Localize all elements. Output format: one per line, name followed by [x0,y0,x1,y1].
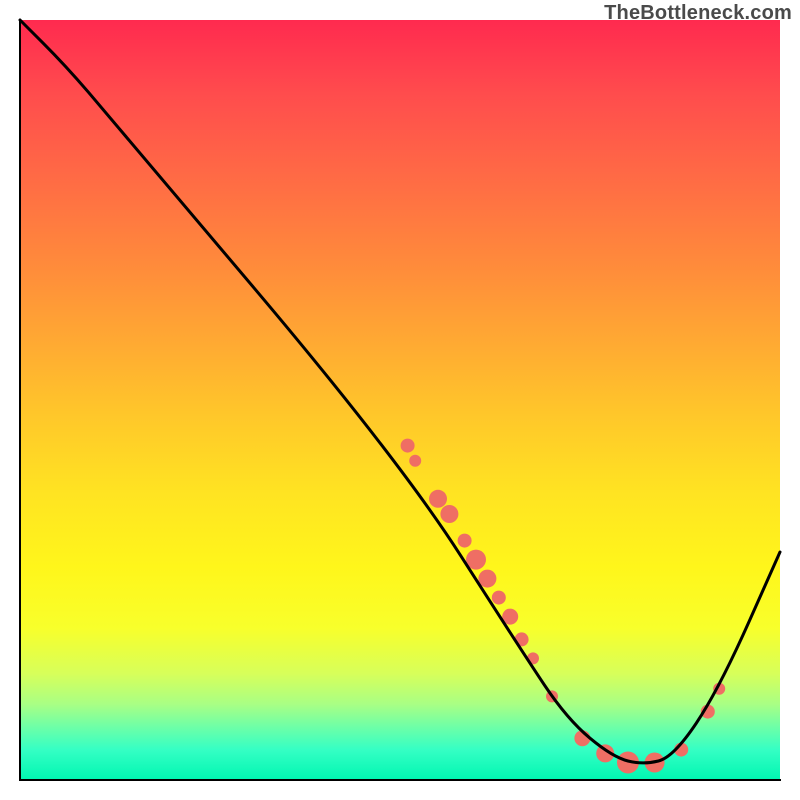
scatter-dot [401,439,415,453]
chart-svg [20,20,780,780]
line-curve [20,20,780,763]
scatter-dot [440,505,458,523]
watermark-label: TheBottleneck.com [604,2,792,25]
scatter-dot [429,490,447,508]
scatter-dot [492,591,506,605]
scatter-dot [458,534,472,548]
scatter-dots-group [401,439,726,774]
scatter-dot [409,455,421,467]
chart-container: TheBottleneck.com [0,0,800,800]
